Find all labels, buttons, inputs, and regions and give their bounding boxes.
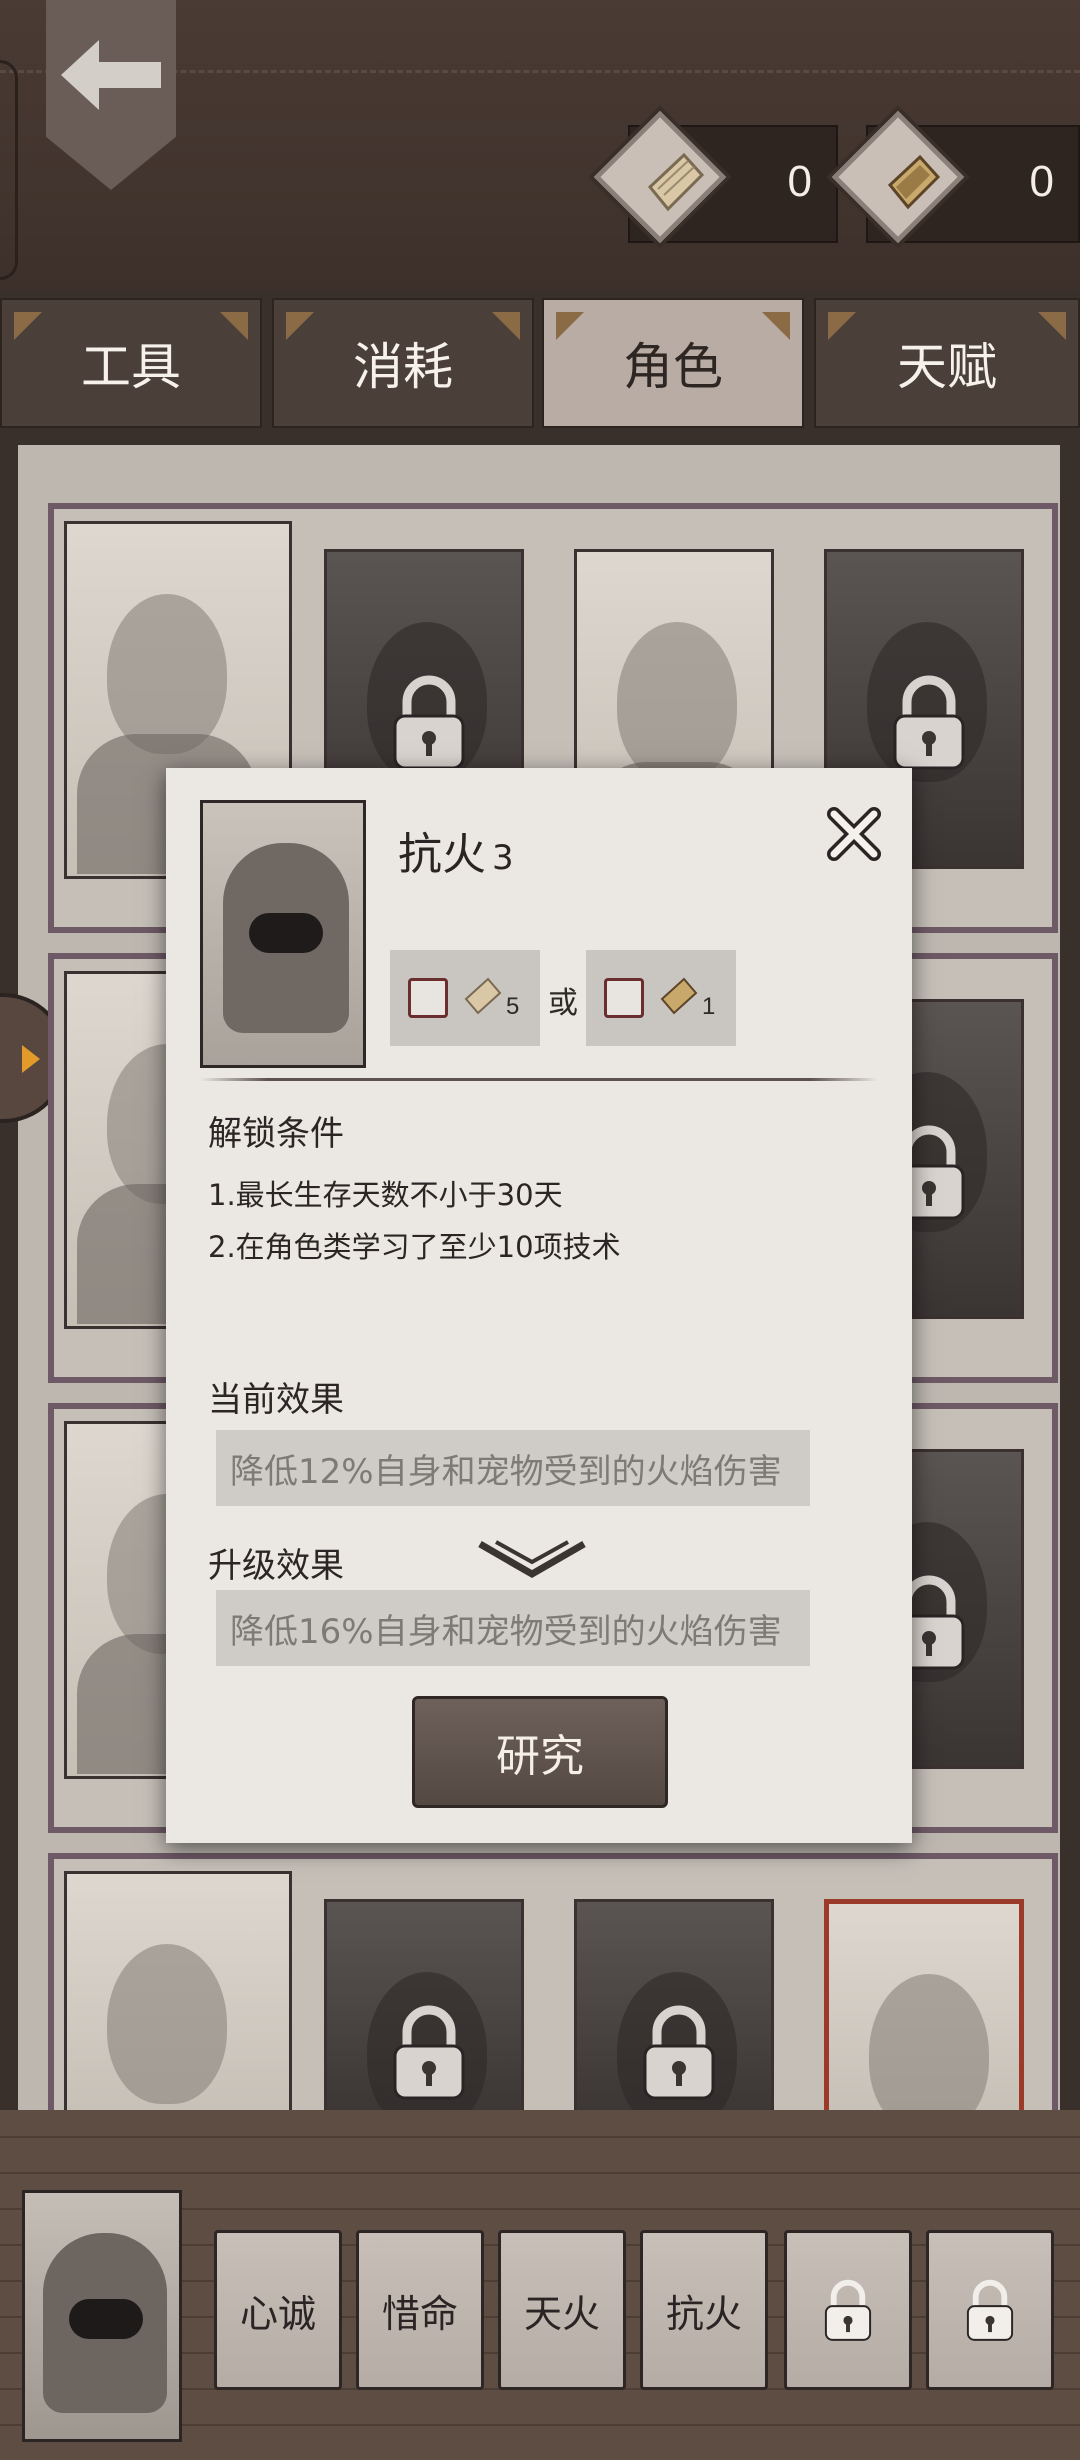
tab-corner-decoration — [762, 312, 790, 340]
left-edge-decoration — [0, 60, 18, 280]
dialog-character-portrait — [200, 800, 366, 1068]
research-button-label: 研究 — [496, 1731, 584, 1782]
skill-title: 抗火 3 — [398, 818, 514, 882]
skill-button-locked[interactable] — [784, 2230, 912, 2390]
current-character-portrait — [22, 2190, 182, 2442]
currency-count: 0 — [787, 157, 812, 206]
lock-icon — [393, 675, 465, 770]
current-effect-box: 降低12%自身和宠物受到的火焰伤害 — [216, 1430, 810, 1506]
bottom-skill-bar: 心诚 惜命 天火 抗火 — [0, 2110, 1080, 2460]
tab-talents[interactable]: 天赋 — [814, 298, 1080, 428]
unlock-conditions-label: 解锁条件 — [208, 1114, 344, 1154]
character-portrait-hooded-selected[interactable] — [824, 1899, 1024, 2131]
character-portrait-sunglasses[interactable] — [64, 1871, 292, 2131]
cost-checkbox[interactable] — [408, 978, 448, 1018]
cost-checkbox[interactable] — [604, 978, 644, 1018]
current-effect-text: 降低12%自身和宠物受到的火焰伤害 — [230, 1451, 782, 1492]
upgrade-effect-text: 降低16%自身和宠物受到的火焰伤害 — [230, 1611, 782, 1652]
skill-label: 心诚 — [239, 2291, 316, 2336]
tab-label: 角色 — [623, 338, 723, 396]
tab-consumables[interactable]: 消耗 — [272, 298, 534, 428]
tab-corner-decoration — [14, 312, 42, 340]
character-row — [48, 1853, 1058, 2131]
wood-plank-icon — [647, 152, 705, 212]
skill-label: 惜命 — [381, 2291, 458, 2336]
back-button[interactable] — [46, 0, 176, 190]
tab-corner-decoration — [1038, 312, 1066, 340]
research-button[interactable]: 研究 — [412, 1696, 668, 1808]
skill-button-locked[interactable] — [926, 2230, 1054, 2390]
portrait-mask — [249, 913, 323, 953]
portrait-mask — [69, 2299, 143, 2339]
chevron-right-icon — [22, 1045, 40, 1073]
tab-label: 天赋 — [897, 338, 997, 396]
lock-icon — [393, 2005, 465, 2100]
tab-label: 工具 — [81, 338, 181, 396]
book-scroll-icon — [887, 154, 941, 210]
skill-label: 天火 — [523, 2291, 600, 2336]
chevron-down-icon — [478, 1540, 586, 1579]
tab-characters[interactable]: 角色 — [542, 298, 804, 428]
current-effect-label: 当前效果 — [208, 1380, 344, 1420]
unlock-condition-1: 1.最长生存天数不小于30天 — [208, 1178, 563, 1212]
cost-amount: 1 — [702, 993, 716, 1020]
tab-corner-decoration — [492, 312, 520, 340]
dialog-divider — [200, 1078, 878, 1081]
character-portrait-locked[interactable] — [324, 1899, 524, 2131]
category-tabs: 工具 消耗 角色 天赋 — [0, 298, 1080, 428]
tab-corner-decoration — [220, 312, 248, 340]
currency-book: 0 — [831, 110, 1080, 244]
character-portrait-locked[interactable] — [574, 1899, 774, 2131]
tab-corner-decoration — [286, 312, 314, 340]
tab-corner-decoration — [556, 312, 584, 340]
tab-label: 消耗 — [353, 338, 453, 396]
tab-corner-decoration — [828, 312, 856, 340]
cost-option-book[interactable]: 1 — [586, 950, 736, 1046]
portrait-face — [617, 622, 737, 782]
skill-button-tianhuo[interactable]: 天火 — [498, 2230, 626, 2390]
unlock-condition-2: 2.在角色类学习了至少10项技术 — [208, 1230, 621, 1264]
book-scroll-icon — [660, 977, 698, 1015]
cost-amount: 5 — [506, 993, 520, 1020]
skill-level: 3 — [492, 838, 514, 878]
skill-name: 抗火 — [398, 829, 486, 880]
top-bar: 0 0 — [0, 0, 1080, 290]
currency-wood: 0 — [593, 110, 838, 244]
lock-icon — [966, 2279, 1014, 2341]
tab-tools[interactable]: 工具 — [0, 298, 262, 428]
back-arrow-icon — [61, 40, 161, 110]
or-label: 或 — [548, 986, 578, 1021]
portrait-face — [107, 594, 227, 754]
lock-icon — [824, 2279, 872, 2341]
lock-icon — [893, 675, 965, 770]
lock-icon — [643, 2005, 715, 2100]
skill-detail-dialog: 抗火 3 5 或 1 解锁条件 1.最长生存天数不小于30天 2.在角色类学习了至… — [166, 768, 912, 1843]
skill-button-xincheng[interactable]: 心诚 — [214, 2230, 342, 2390]
skill-button-ximing[interactable]: 惜命 — [356, 2230, 484, 2390]
cost-option-wood[interactable]: 5 — [390, 950, 540, 1046]
close-icon[interactable] — [824, 804, 884, 864]
wood-plank-icon — [464, 977, 502, 1015]
upgrade-effect-label: 升级效果 — [208, 1546, 344, 1586]
skill-button-kanghuo[interactable]: 抗火 — [640, 2230, 768, 2390]
skill-label: 抗火 — [665, 2291, 742, 2336]
upgrade-effect-box: 降低16%自身和宠物受到的火焰伤害 — [216, 1590, 810, 1666]
portrait-face — [869, 1974, 989, 2126]
portrait-face — [107, 1944, 227, 2104]
currency-count: 0 — [1029, 157, 1054, 206]
